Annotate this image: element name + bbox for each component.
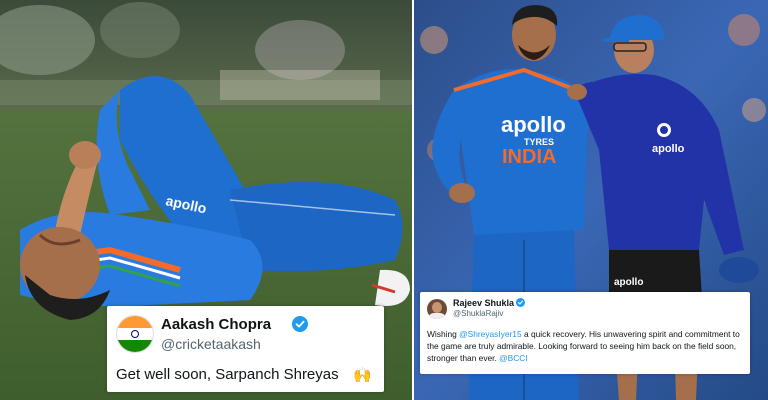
shorts-sponsor-text: apollo <box>614 277 643 288</box>
tweet-text: Wishing @ShreyasIyer15 a quick recovery.… <box>427 328 745 364</box>
verified-badge-icon <box>516 298 525 307</box>
tweet-author-name[interactable]: Aakash Chopra <box>161 316 271 333</box>
avatar <box>427 299 447 319</box>
jersey-team-name: INDIA <box>502 146 556 168</box>
tweet-author-handle[interactable]: @cricketaakash <box>161 336 261 352</box>
mention-link[interactable]: @BCCI <box>499 353 528 363</box>
jacket-sponsor-text: apollo <box>652 143 685 155</box>
verified-badge-icon <box>292 316 308 332</box>
jersey-sponsor-main: apollo <box>501 112 566 137</box>
tweet-card-aakash[interactable]: Aakash Chopra @cricketaakash Get well so… <box>107 306 384 392</box>
left-photo: apollo Aakash Chopra @cricketaakash Get … <box>0 0 412 400</box>
tweet-author-name[interactable]: Rajeev Shukla <box>453 298 514 308</box>
tweet-text-part: Wishing <box>427 329 460 339</box>
mention-link[interactable]: @ShreyasIyer15 <box>459 329 522 339</box>
india-flag-icon <box>116 315 154 353</box>
tweet-text: Get well soon, Sarpanch Shreyas <box>116 366 339 383</box>
tweet-author-handle[interactable]: @ShuklaRajiv <box>453 309 503 318</box>
raising-hands-icon: 🙌 <box>353 367 372 384</box>
tweet-card-rajeev[interactable]: Rajeev Shukla @ShuklaRajiv Wishing @Shre… <box>420 292 750 374</box>
